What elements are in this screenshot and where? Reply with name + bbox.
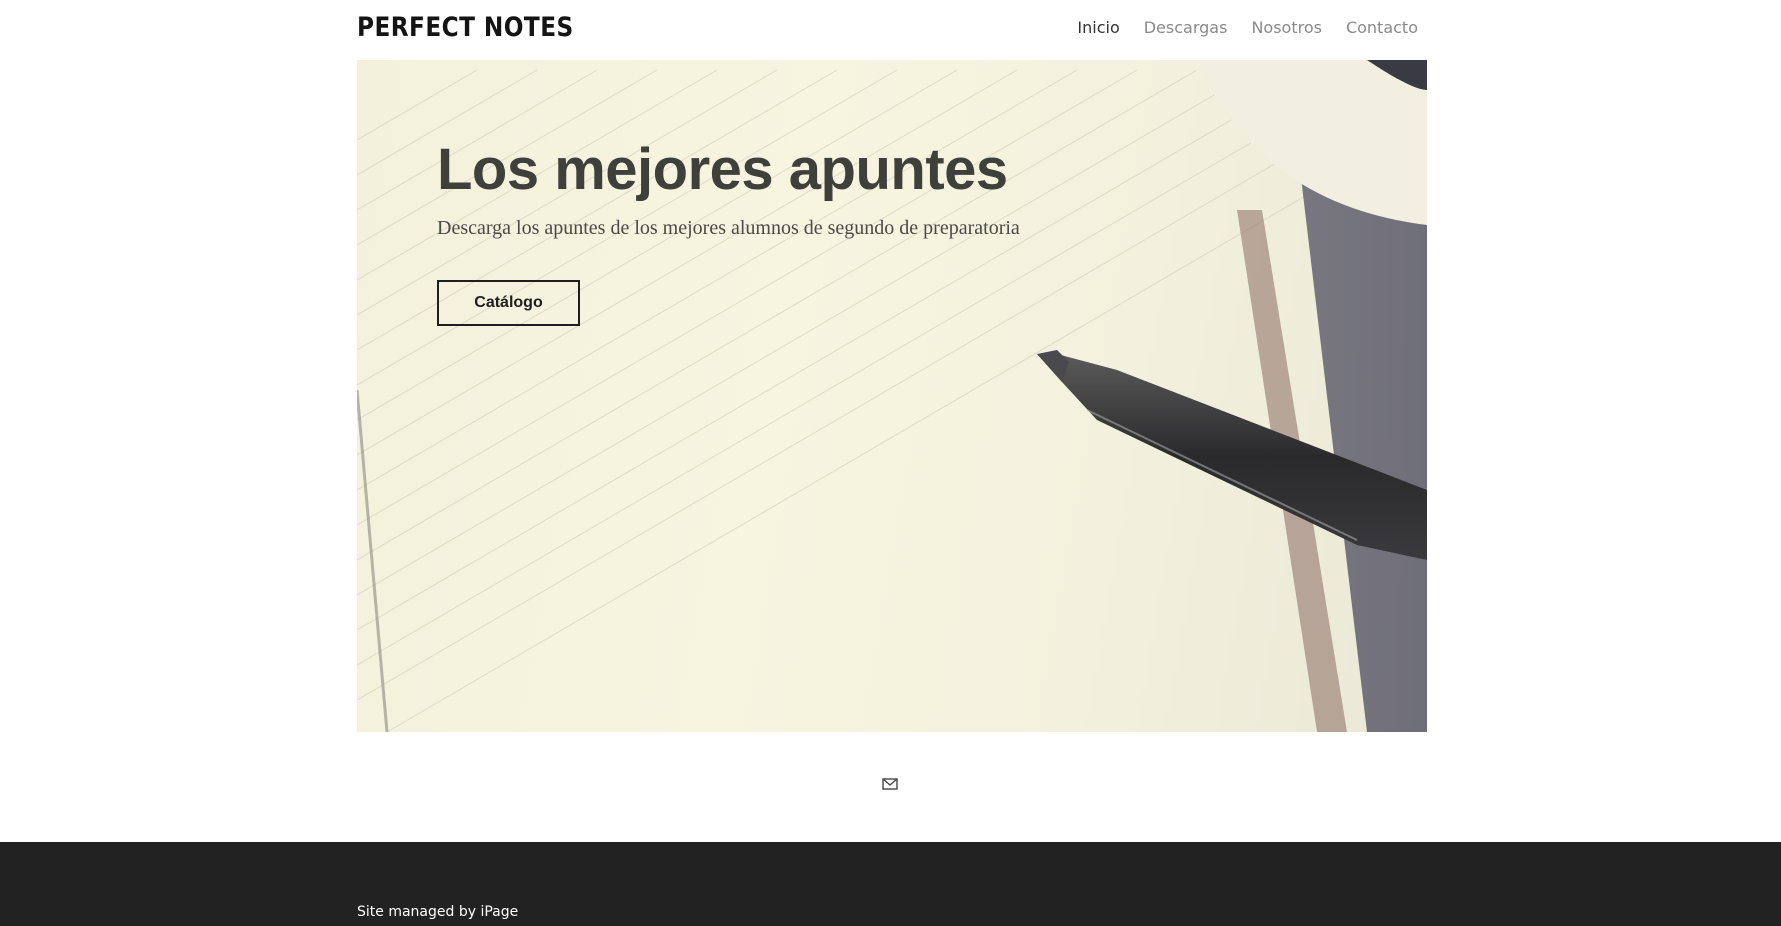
ipage-link[interactable]: iPage	[480, 904, 518, 920]
hero-banner: Los mejores apuntes Descarga los apuntes…	[357, 60, 1427, 732]
footer-credit-text: Site managed by	[357, 904, 481, 920]
mail-icon[interactable]	[882, 777, 898, 791]
site-header: PERFECT NOTES Inicio Descargas Nosotros …	[0, 0, 1781, 60]
catalog-button[interactable]: Catálogo	[437, 280, 580, 326]
nav-item-descargas[interactable]: Descargas	[1144, 16, 1228, 40]
main-nav: Inicio Descargas Nosotros Contacto	[1077, 16, 1418, 40]
site-footer: Site managed by iPage	[0, 842, 1781, 926]
hero-title: Los mejores apuntes	[437, 137, 1008, 202]
nav-item-inicio[interactable]: Inicio	[1077, 16, 1119, 40]
site-logo[interactable]: PERFECT NOTES	[357, 10, 574, 46]
hero-subtitle: Descarga los apuntes de los mejores alum…	[437, 217, 1020, 239]
footer-credit: Site managed by iPage	[357, 902, 518, 922]
nav-item-nosotros[interactable]: Nosotros	[1251, 16, 1322, 40]
nav-item-contacto[interactable]: Contacto	[1346, 16, 1418, 40]
